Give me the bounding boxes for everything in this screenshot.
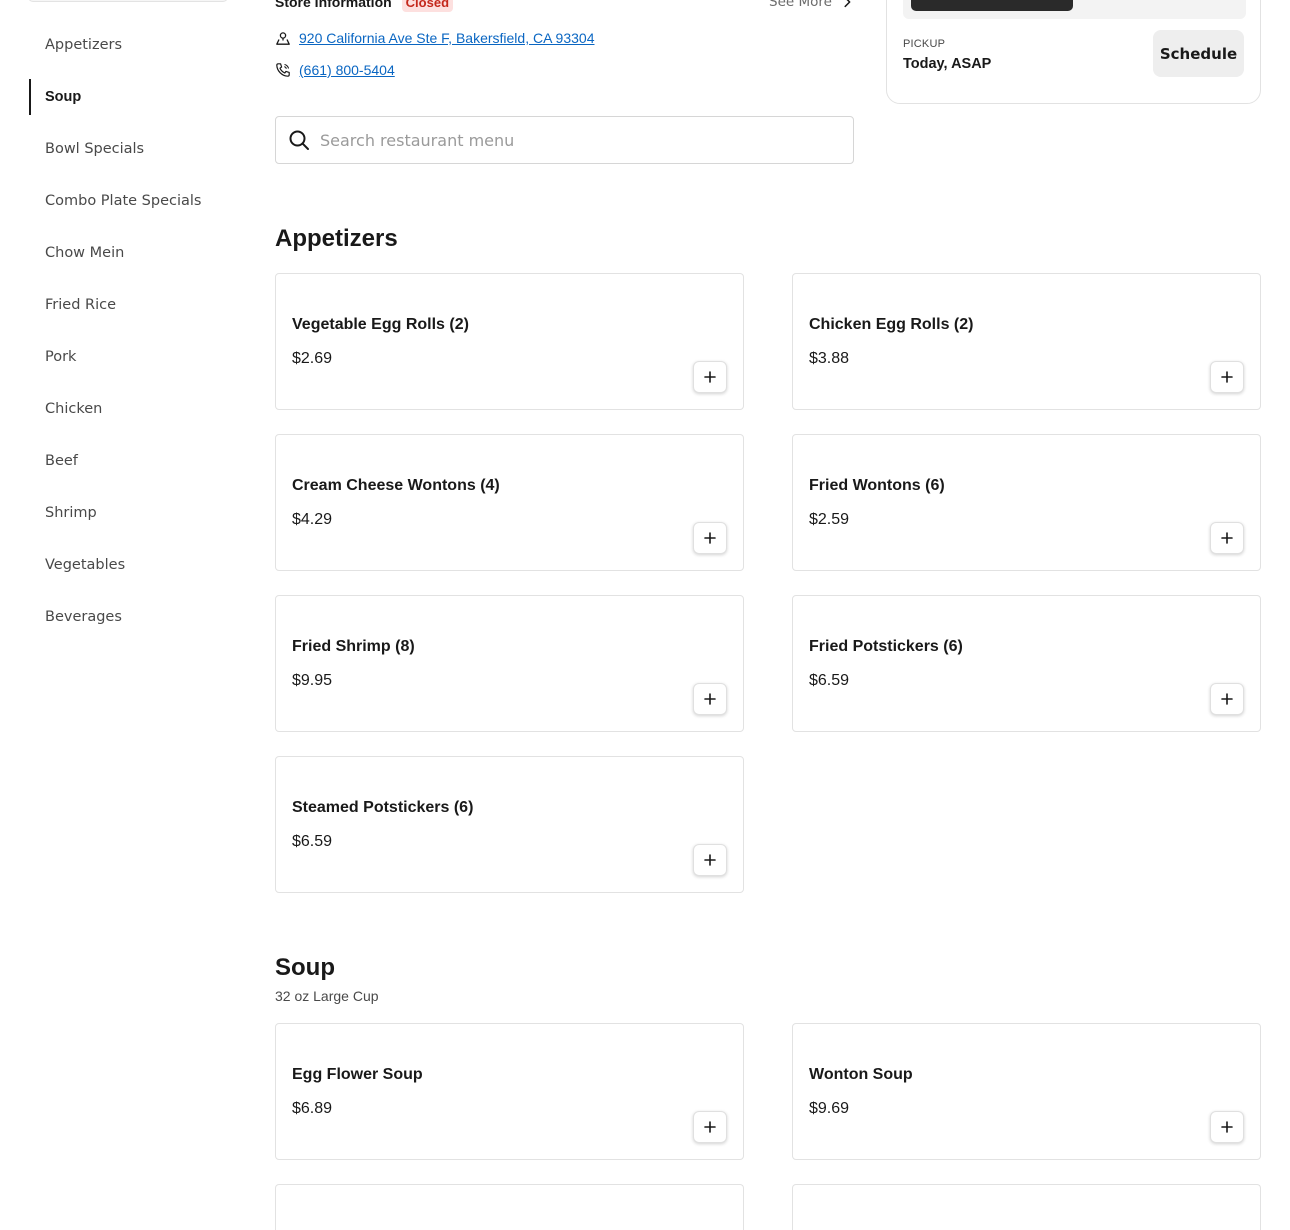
sidebar-item-vegetables[interactable]: Vegetables (29, 547, 229, 583)
menu-item-card[interactable]: Steamed Potstickers (6) $6.59 (275, 756, 744, 893)
menu-search-box (275, 116, 854, 164)
item-name: Egg Flower Soup (292, 1066, 423, 1083)
item-price: $6.59 (292, 833, 333, 850)
menu-item-card[interactable]: Cream Cheese Wontons (4) $4.29 (275, 434, 744, 571)
delivery-pickup-toggle[interactable] (903, 0, 1246, 19)
plus-icon (1221, 532, 1233, 544)
pickup-time: Today, ASAP (903, 56, 992, 72)
store-phone-row: (661) 800-5404 (275, 59, 395, 81)
sidebar-item-appetizers[interactable]: Appetizers (29, 27, 229, 63)
sidebar-top-control[interactable] (28, 0, 228, 2)
location-pin-icon (276, 32, 290, 45)
item-price: $2.69 (292, 350, 333, 367)
menu-item-card[interactable]: Fried Potstickers (6) $6.59 (792, 595, 1261, 732)
section-title-soup: Soup (275, 954, 335, 981)
order-options-card: PICKUP Today, ASAP Schedule (886, 0, 1261, 104)
pickup-label: PICKUP (903, 38, 946, 50)
add-item-button[interactable] (693, 361, 727, 393)
item-price: $4.29 (292, 511, 333, 528)
plus-icon (1221, 371, 1233, 383)
item-price: $6.89 (292, 1100, 333, 1117)
menu-item-card[interactable]: Egg Flower Soup $6.89 (275, 1023, 744, 1160)
add-item-button[interactable] (693, 683, 727, 715)
sidebar-item-fried-rice[interactable]: Fried Rice (29, 287, 229, 323)
schedule-button[interactable]: Schedule (1153, 30, 1244, 77)
item-price: $2.59 (809, 511, 850, 528)
item-name: Fried Wontons (6) (809, 477, 945, 494)
sidebar-item-bowl-specials[interactable]: Bowl Specials (29, 131, 229, 167)
plus-icon (704, 371, 716, 383)
sidebar-item-beverages[interactable]: Beverages (29, 599, 229, 635)
item-price: $6.59 (809, 672, 850, 689)
category-sidebar: Appetizers Soup Bowl Specials Combo Plat… (0, 0, 250, 1230)
item-price: $9.69 (809, 1100, 850, 1117)
search-input[interactable] (320, 130, 820, 150)
store-info-title: Store Information (275, 0, 392, 10)
add-item-button[interactable] (693, 522, 727, 554)
plus-icon (704, 693, 716, 705)
store-phone-link[interactable]: (661) 800-5404 (299, 62, 395, 78)
status-badge: Closed (401, 0, 454, 12)
item-name: Wonton Soup (809, 1066, 913, 1083)
chevron-right-icon (844, 0, 851, 8)
item-price: $9.95 (292, 672, 333, 689)
add-item-button[interactable] (1210, 522, 1244, 554)
sidebar-item-pork[interactable]: Pork (29, 339, 229, 375)
item-name: Chicken Egg Rolls (2) (809, 316, 974, 333)
plus-icon (704, 854, 716, 866)
item-name: Cream Cheese Wontons (4) (292, 477, 500, 494)
see-more-label: See More (769, 0, 832, 10)
add-item-button[interactable] (1210, 1111, 1244, 1143)
store-address-link[interactable]: 920 California Ave Ste F, Bakersfield, C… (299, 30, 594, 46)
menu-item-card[interactable]: Fried Wontons (6) $2.59 (792, 434, 1261, 571)
store-info-header: Store Information Closed See More (275, 0, 854, 13)
menu-item-card[interactable]: Wonton Soup $9.69 (792, 1023, 1261, 1160)
item-name: Vegetable Egg Rolls (2) (292, 316, 469, 333)
phone-icon (276, 63, 290, 77)
add-item-button[interactable] (1210, 361, 1244, 393)
plus-icon (1221, 693, 1233, 705)
store-address-row: 920 California Ave Ste F, Bakersfield, C… (275, 27, 594, 49)
plus-icon (704, 1121, 716, 1133)
menu-item-card[interactable]: Chicken Egg Rolls (2) $3.88 (792, 273, 1261, 410)
plus-icon (1221, 1121, 1233, 1133)
menu-item-card[interactable] (792, 1184, 1261, 1230)
sidebar-item-combo-plate-specials[interactable]: Combo Plate Specials (29, 183, 229, 219)
menu-item-card[interactable]: Vegetable Egg Rolls (2) $2.69 (275, 273, 744, 410)
section-title-appetizers: Appetizers (275, 225, 398, 252)
section-subtitle-soup: 32 oz Large Cup (275, 988, 379, 1004)
sidebar-item-soup[interactable]: Soup (29, 79, 229, 115)
add-item-button[interactable] (1210, 683, 1244, 715)
menu-item-card[interactable]: Fried Shrimp (8) $9.95 (275, 595, 744, 732)
item-price: $3.88 (809, 350, 850, 367)
plus-icon (704, 532, 716, 544)
search-icon (289, 130, 309, 150)
see-more-link[interactable]: See More (769, 0, 854, 13)
sidebar-item-shrimp[interactable]: Shrimp (29, 495, 229, 531)
item-name: Fried Shrimp (8) (292, 638, 415, 655)
add-item-button[interactable] (693, 844, 727, 876)
sidebar-item-beef[interactable]: Beef (29, 443, 229, 479)
add-item-button[interactable] (693, 1111, 727, 1143)
menu-item-card[interactable] (275, 1184, 744, 1230)
item-name: Fried Potstickers (6) (809, 638, 963, 655)
sidebar-item-chicken[interactable]: Chicken (29, 391, 229, 427)
sidebar-item-chow-mein[interactable]: Chow Mein (29, 235, 229, 271)
toggle-active-option[interactable] (911, 0, 1073, 11)
item-name: Steamed Potstickers (6) (292, 799, 474, 816)
